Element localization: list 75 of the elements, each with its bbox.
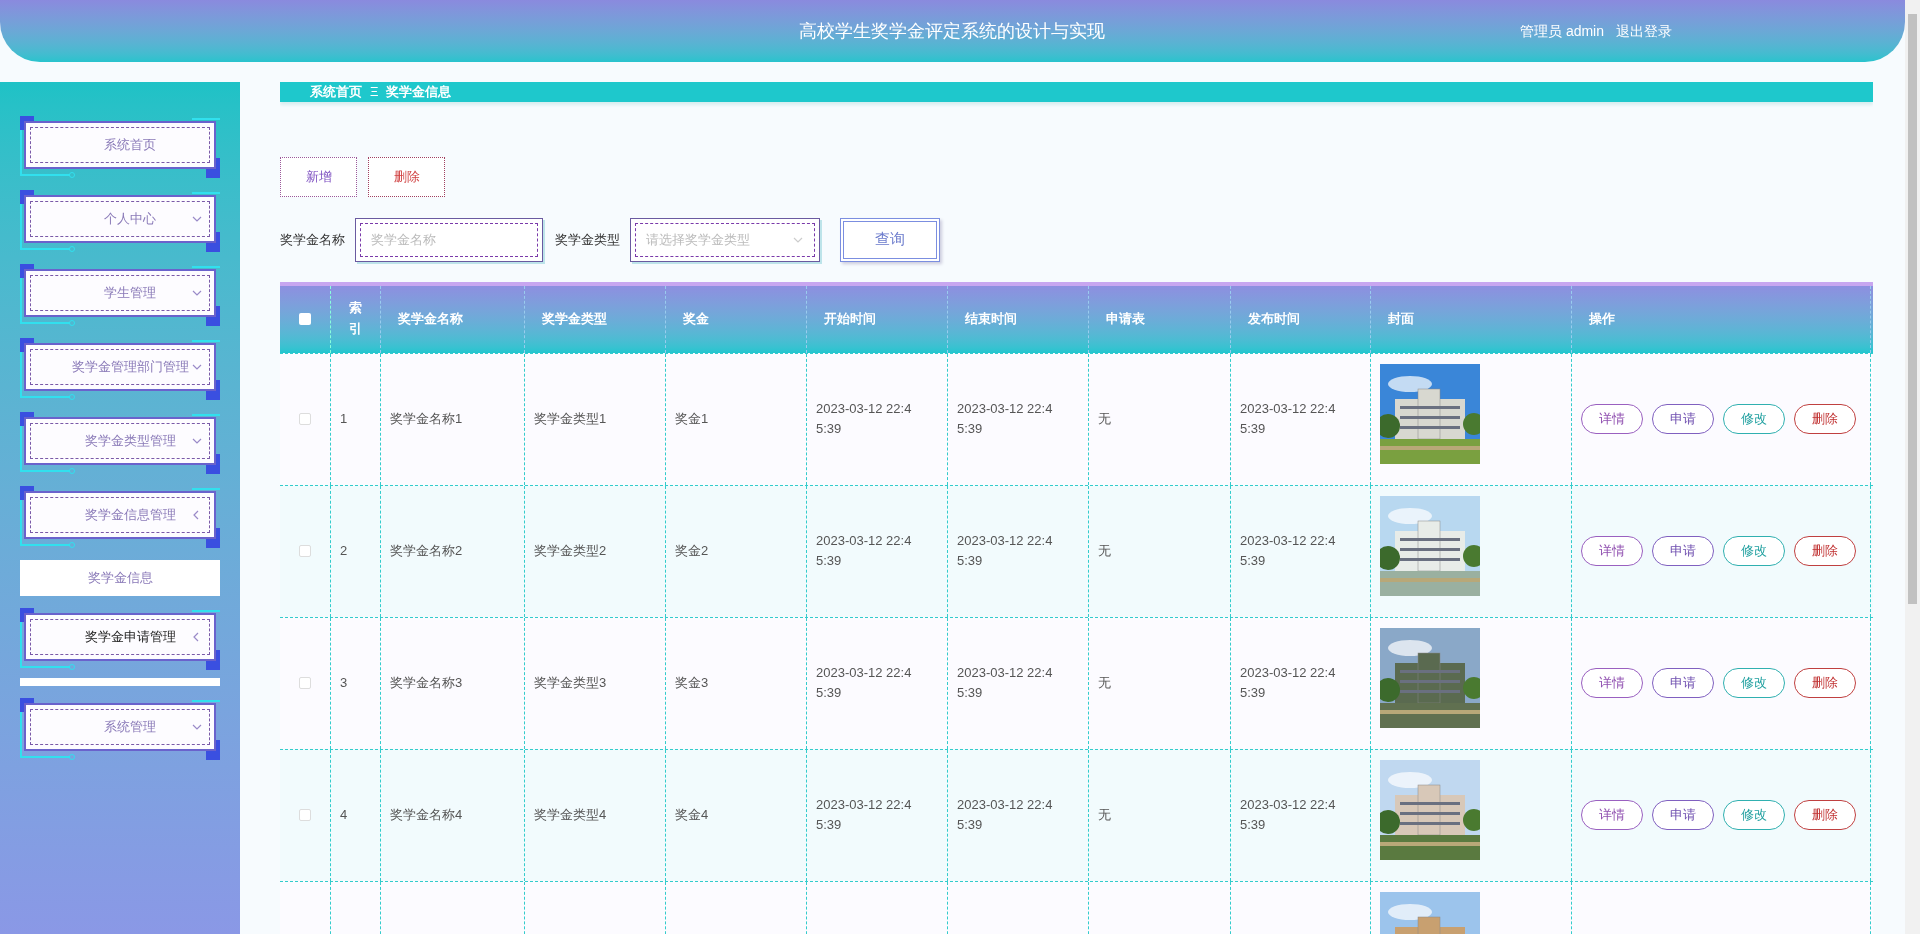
table-cell-text: 奖学金类型3 bbox=[534, 674, 607, 692]
action-button[interactable]: 修改 bbox=[1723, 536, 1785, 566]
breadcrumb-separator: Ξ bbox=[370, 83, 379, 101]
table-cell-text: 2023-03-12 22:45:39 bbox=[1240, 796, 1337, 834]
column-header: 封面 bbox=[1388, 310, 1414, 329]
action-button[interactable]: 修改 bbox=[1723, 668, 1785, 698]
column-header: 申请表 bbox=[1106, 310, 1145, 329]
row-checkbox[interactable] bbox=[299, 413, 311, 425]
column-header: 操作 bbox=[1589, 310, 1615, 329]
table-cell-text: 无 bbox=[1098, 542, 1111, 560]
column-header: 奖学金名称 bbox=[398, 310, 463, 329]
table-cell-text: 无 bbox=[1098, 410, 1111, 428]
table-cell-text: 奖学金名称2 bbox=[390, 542, 463, 560]
query-button[interactable]: 查询 bbox=[840, 217, 940, 262]
action-button[interactable]: 修改 bbox=[1723, 800, 1785, 830]
table-cell-text: 2023-03-12 22:45:39 bbox=[957, 532, 1054, 570]
action-button[interactable]: 详情 bbox=[1581, 668, 1643, 698]
table-cell-text: 奖学金名称3 bbox=[390, 674, 463, 692]
user-label: 管理员 admin bbox=[1520, 21, 1605, 41]
table-cell-text: 奖学金类型2 bbox=[534, 542, 607, 560]
column-header: 奖金 bbox=[683, 310, 709, 329]
table-cell-text: 奖金2 bbox=[675, 542, 709, 560]
table-cell-text: 2023-03-12 22:45:39 bbox=[816, 400, 913, 438]
table-cell-text: 2 bbox=[340, 542, 348, 560]
table-cell-text: 2023-03-12 22:45:39 bbox=[816, 664, 913, 702]
table-cell-text: 奖学金名称4 bbox=[390, 806, 463, 824]
table-cell-text: 2023-03-12 22:45:39 bbox=[957, 400, 1054, 438]
submenu-item[interactable]: 奖学金信息 bbox=[20, 560, 220, 596]
logout-link[interactable]: 退出登录 bbox=[1616, 20, 1673, 42]
delete-button[interactable]: 删除 bbox=[368, 156, 445, 197]
action-button[interactable]: 删除 bbox=[1794, 536, 1856, 566]
table-cell-text: 奖学金类型4 bbox=[534, 806, 607, 824]
table-cell-text: 3 bbox=[340, 674, 348, 692]
action-button[interactable]: 申请 bbox=[1652, 668, 1714, 698]
table-cell-text: 2023-03-12 22:45:39 bbox=[957, 664, 1054, 702]
action-button[interactable]: 申请 bbox=[1652, 800, 1714, 830]
table-cell-text: 2023-03-12 22:45:39 bbox=[957, 796, 1054, 834]
table-cell-text: 2023-03-12 22:45:39 bbox=[816, 796, 913, 834]
column-header: 索引 bbox=[349, 299, 362, 338]
action-button[interactable]: 详情 bbox=[1581, 800, 1643, 830]
action-button[interactable]: 删除 bbox=[1794, 800, 1856, 830]
add-button[interactable]: 新增 bbox=[280, 156, 357, 197]
table-cell-text: 2023-03-12 22:45:39 bbox=[816, 532, 913, 570]
column-header: 结束时间 bbox=[965, 310, 1017, 329]
table-cell-text: 4 bbox=[340, 806, 348, 824]
action-button[interactable]: 修改 bbox=[1723, 404, 1785, 434]
action-button[interactable]: 申请 bbox=[1652, 536, 1714, 566]
table-cell-text: 奖学金名称1 bbox=[390, 410, 463, 428]
row-checkbox[interactable] bbox=[299, 809, 311, 821]
row-checkbox[interactable] bbox=[299, 545, 311, 557]
action-button[interactable]: 删除 bbox=[1794, 668, 1856, 698]
action-button[interactable]: 删除 bbox=[1794, 404, 1856, 434]
select-all-checkbox[interactable] bbox=[299, 313, 311, 325]
table-cell-text: 无 bbox=[1098, 806, 1111, 824]
table-cell-text: 1 bbox=[340, 410, 348, 428]
action-button[interactable]: 详情 bbox=[1581, 404, 1643, 434]
field-label: 奖学金名称 bbox=[280, 230, 345, 249]
table-cell-text: 奖金1 bbox=[675, 410, 709, 428]
column-header: 发布时间 bbox=[1248, 310, 1300, 329]
app-title: 高校学生奖学金评定系统的设计与实现 bbox=[799, 19, 1105, 43]
table-cell-text: 奖金4 bbox=[675, 806, 709, 824]
action-button[interactable]: 详情 bbox=[1581, 536, 1643, 566]
table-cell-text: 奖金3 bbox=[675, 674, 709, 692]
row-checkbox[interactable] bbox=[299, 677, 311, 689]
scrollbar[interactable] bbox=[1905, 0, 1920, 934]
name-input[interactable]: 奖学金名称 bbox=[355, 217, 543, 262]
column-header: 开始时间 bbox=[824, 310, 876, 329]
table-cell-text: 无 bbox=[1098, 674, 1111, 692]
table-cell-text: 奖学金类型1 bbox=[534, 410, 607, 428]
field-label: 奖学金类型 bbox=[555, 230, 620, 249]
table-cell-text: 2023-03-12 22:45:39 bbox=[1240, 532, 1337, 570]
action-button[interactable]: 申请 bbox=[1652, 404, 1714, 434]
column-header: 奖学金类型 bbox=[542, 310, 607, 329]
table-cell-text: 2023-03-12 22:45:39 bbox=[1240, 400, 1337, 438]
table-cell-text: 2023-03-12 22:45:39 bbox=[1240, 664, 1337, 702]
